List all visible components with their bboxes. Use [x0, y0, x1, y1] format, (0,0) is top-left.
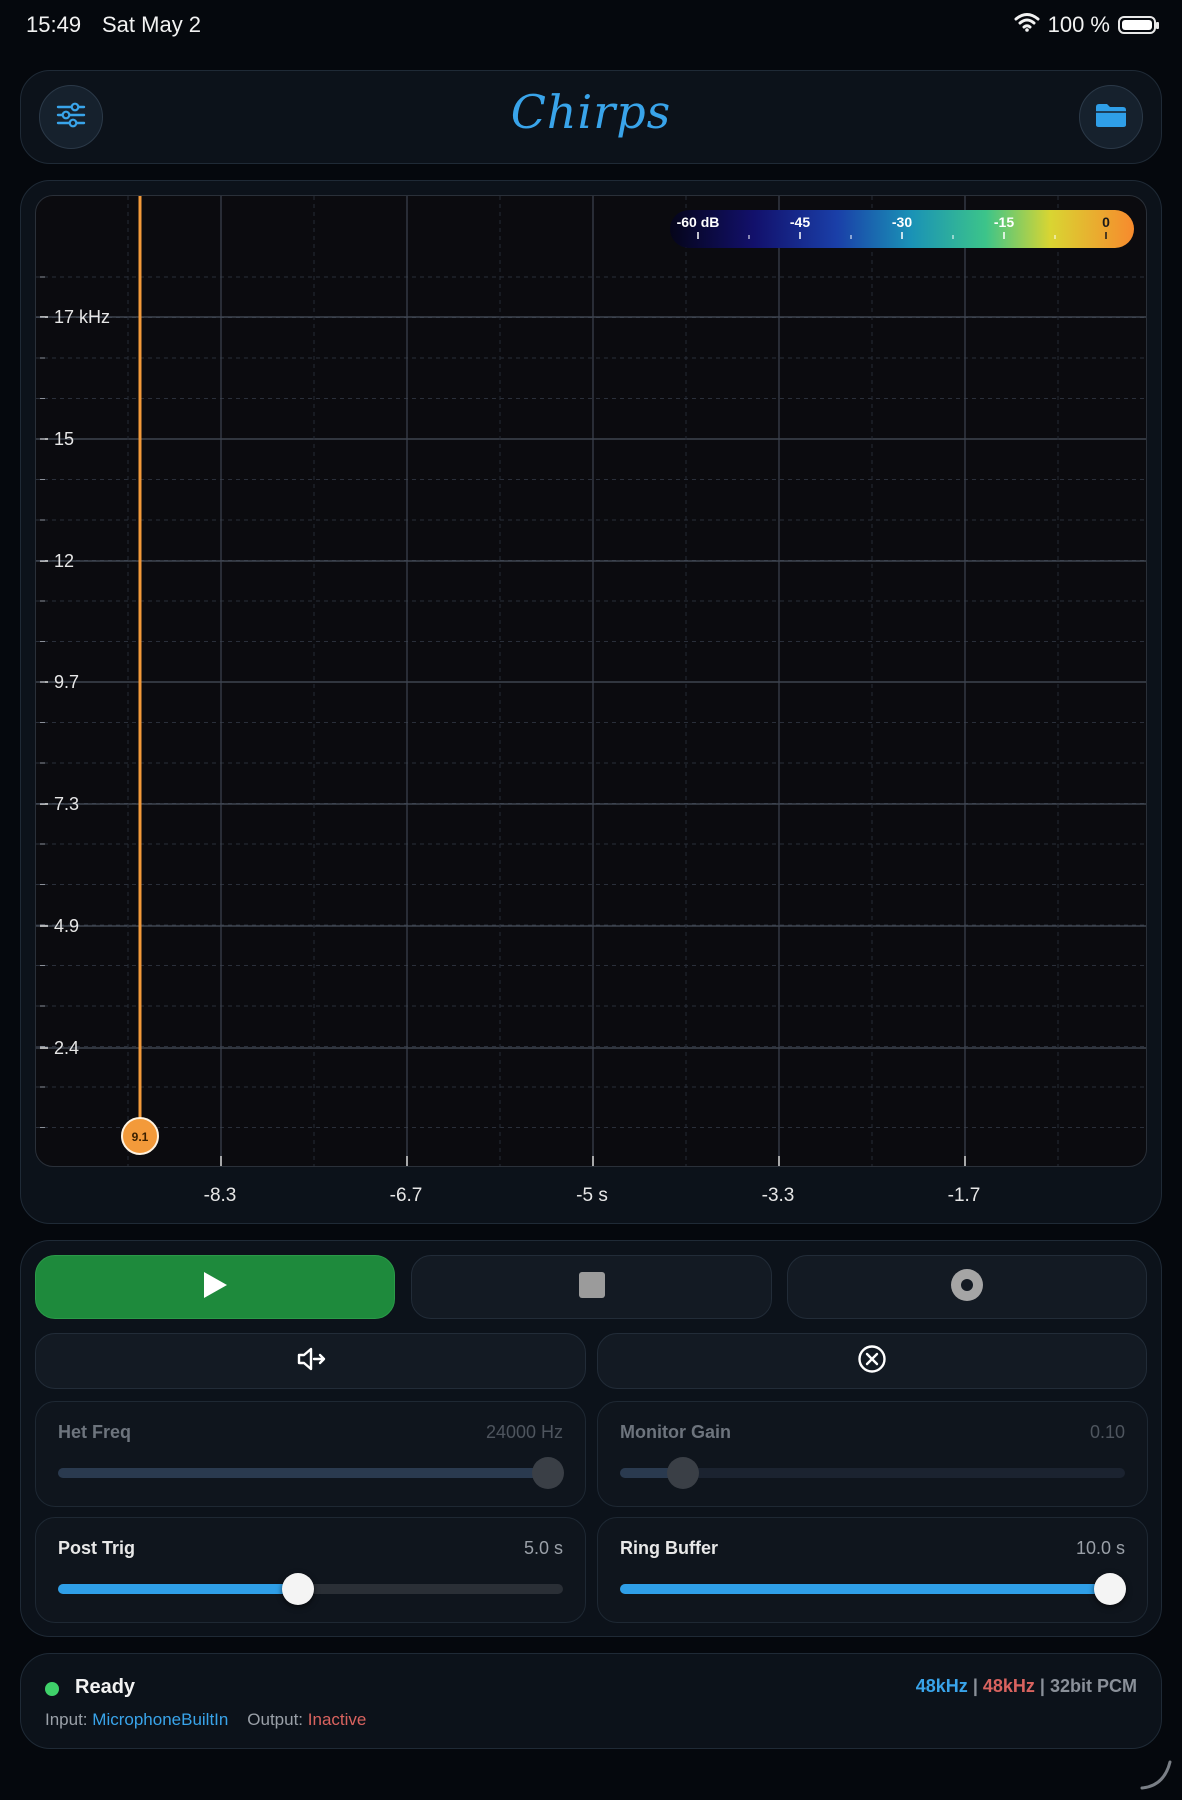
het-freq-slider [58, 1457, 564, 1489]
monitor-button[interactable] [35, 1333, 586, 1389]
post-trig-slider-card: Post Trig 5.0 s [35, 1517, 586, 1623]
y-tick-label: 4.9 [54, 916, 79, 936]
output-device: Inactive [307, 1710, 367, 1729]
header-bar: Chirps [20, 70, 1162, 164]
bit-format: 32bit PCM [1049, 1676, 1137, 1696]
het-freq-value: 24000 Hz [485, 1422, 563, 1442]
monitor-gain-slider-thumb [667, 1457, 700, 1489]
spectrogram-plot[interactable]: 17 kHz 15 12 9.7 7.3 4.9 2.4 -60 dB -45 -30 -15 0 9.… [35, 195, 1147, 1167]
audio-format: 48kHz | 48kHz | 32bit PCM [916, 1676, 1137, 1697]
post-trig-value: 5.0 s [523, 1538, 563, 1558]
audio-status-panel: Ready 48kHz | 48kHz | 32bit PCM Input: M… [20, 1653, 1162, 1749]
post-trig-slider[interactable] [58, 1573, 563, 1605]
y-tick-label: 15 [54, 429, 74, 449]
resize-handle-icon [1140, 1760, 1172, 1790]
format-separator: | [1039, 1676, 1045, 1696]
ring-buffer-slider[interactable] [620, 1573, 1126, 1605]
app-title: Chirps [510, 85, 672, 139]
cancel-circle-icon [857, 1344, 887, 1379]
x-tick-label: -8.3 [203, 1185, 237, 1206]
spectrogram-panel: 17 kHz 15 12 9.7 7.3 4.9 2.4 -60 dB -45 -30 -15 0 9.… [20, 180, 1162, 1224]
format-separator: | [972, 1676, 978, 1696]
status-bar: 15:49 Sat May 2 100 % [0, 0, 1182, 50]
output-label: Output: [247, 1710, 304, 1729]
record-button[interactable] [787, 1255, 1147, 1319]
monitor-gain-label: Monitor Gain [620, 1422, 731, 1442]
battery-percent: 100 % [1047, 12, 1110, 37]
x-tick-label: -1.7 [947, 1185, 981, 1206]
monitor-gain-value: 0.10 [1089, 1422, 1125, 1442]
ring-buffer-value: 10.0 s [1075, 1538, 1125, 1558]
input-label: Input: [45, 1710, 88, 1729]
battery-icon [1118, 16, 1159, 34]
ring-buffer-slider-card: Ring Buffer 10.0 s [597, 1517, 1148, 1623]
controls-panel: Het Freq 24000 Hz Monitor Gain 0.10 Post Tri… [20, 1240, 1162, 1637]
play-icon [201, 1270, 229, 1305]
ring-buffer-slider-thumb[interactable] [1093, 1573, 1126, 1605]
ready-text: Ready [75, 1676, 136, 1698]
y-tick-label: 17 kHz [54, 307, 110, 327]
y-tick-label: 12 [54, 551, 74, 571]
input-device: MicrophoneBuiltIn [92, 1710, 229, 1729]
output-sample-rate: 48kHz [982, 1676, 1035, 1696]
wifi-icon [1014, 12, 1040, 38]
colorbar-label: -30 [892, 214, 912, 230]
post-trig-slider-thumb[interactable] [281, 1573, 314, 1605]
colorbar-label: 0 [1102, 214, 1110, 230]
playhead-label: 9.1 [132, 1130, 149, 1144]
speaker-arrow-icon [296, 1346, 326, 1377]
status-time: 15:49 [26, 12, 82, 37]
io-devices: Input: MicrophoneBuiltIn Output: Inactiv… [45, 1710, 366, 1730]
het-freq-label: Het Freq [58, 1422, 132, 1442]
het-freq-slider-thumb [531, 1457, 564, 1489]
x-tick-label: -5 s [576, 1185, 608, 1206]
colorbar-label: -60 dB [677, 214, 720, 230]
status-date: Sat May 2 [102, 12, 202, 37]
post-trig-label: Post Trig [58, 1538, 136, 1558]
colorbar-label: -45 [790, 214, 810, 230]
files-button[interactable] [1079, 85, 1143, 149]
ring-buffer-slider-fill [620, 1584, 1110, 1594]
monitor-gain-slider [620, 1457, 1125, 1489]
het-freq-slider-fill [58, 1468, 548, 1478]
ring-buffer-label: Ring Buffer [620, 1538, 718, 1558]
y-tick-label: 9.7 [54, 672, 79, 692]
post-trig-slider-fill [58, 1584, 298, 1594]
x-tick-label: -6.7 [389, 1185, 423, 1206]
play-button[interactable] [35, 1255, 395, 1319]
status-indicators: 100 % [1014, 12, 1159, 38]
monitor-gain-slider-card: Monitor Gain 0.10 [597, 1401, 1148, 1507]
het-freq-slider-card: Het Freq 24000 Hz [35, 1401, 586, 1507]
stop-button[interactable] [411, 1255, 772, 1319]
input-sample-rate: 48kHz [915, 1676, 968, 1696]
folder-icon [1094, 101, 1128, 134]
record-icon [950, 1268, 984, 1307]
y-tick-label: 2.4 [54, 1038, 79, 1058]
clear-button[interactable] [597, 1333, 1147, 1389]
colorbar-label: -15 [994, 214, 1014, 230]
x-tick-label: -3.3 [761, 1185, 795, 1206]
ready-indicator [45, 1682, 59, 1696]
stop-icon [578, 1271, 606, 1304]
y-tick-label: 7.3 [54, 794, 79, 814]
